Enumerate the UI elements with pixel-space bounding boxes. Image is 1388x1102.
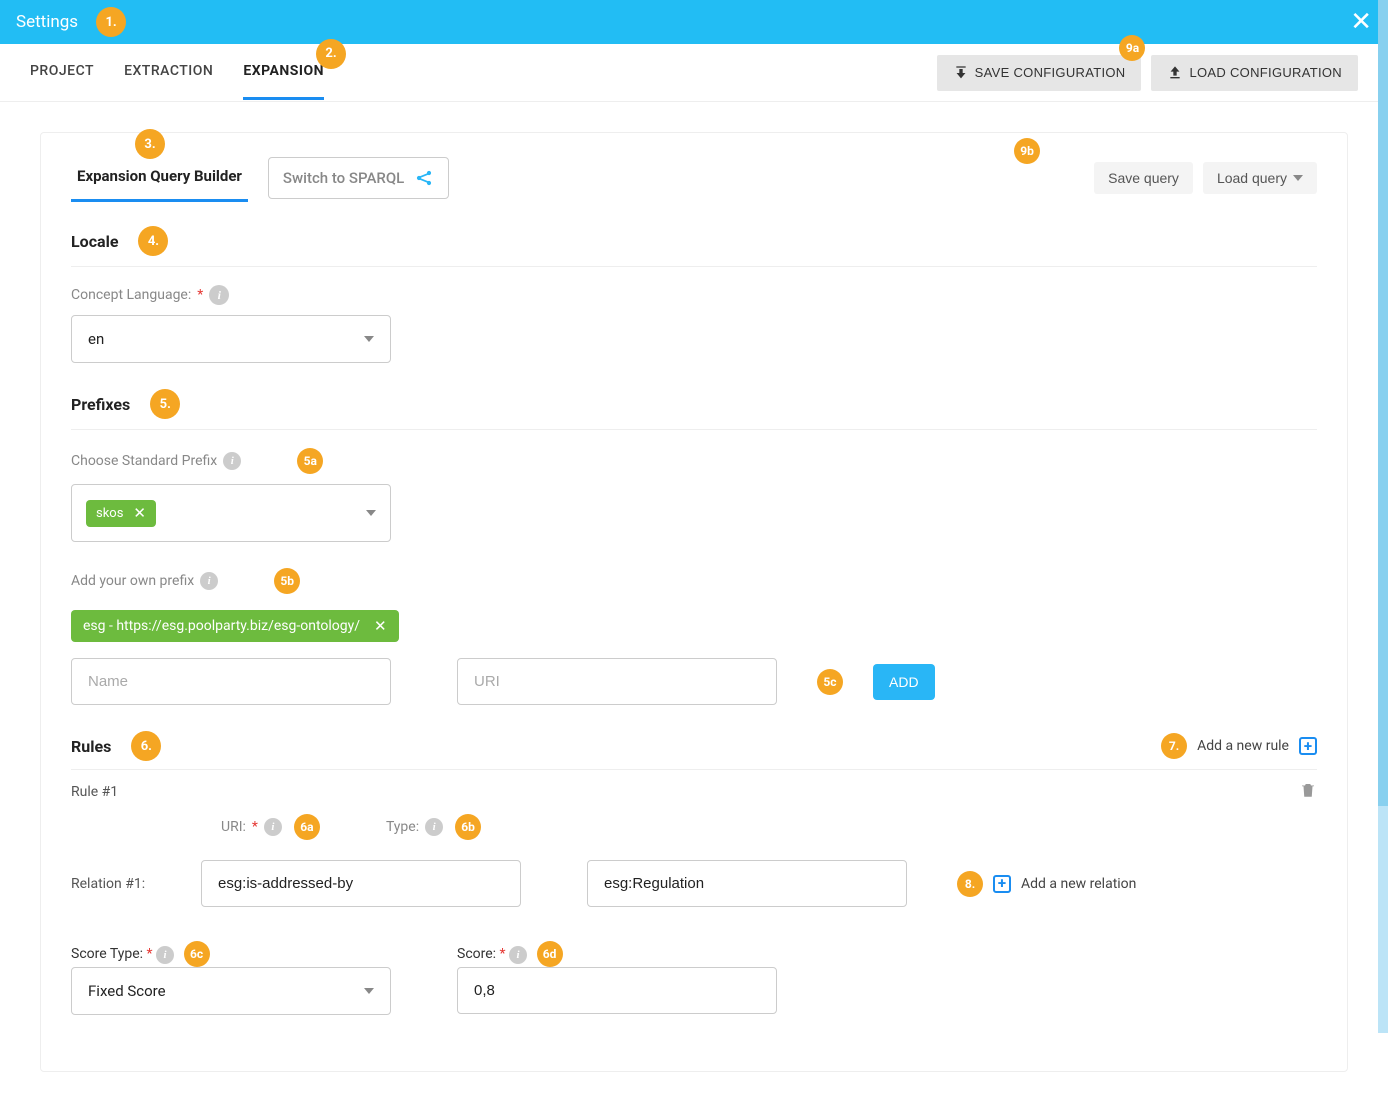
switch-to-sparql-button[interactable]: Switch to SPARQL bbox=[268, 157, 449, 199]
info-icon[interactable]: i bbox=[425, 818, 443, 836]
score-label: Score: * i 6d bbox=[457, 941, 777, 967]
add-relation-button[interactable]: + bbox=[993, 875, 1011, 893]
prefix-chip-skos: skos ✕ bbox=[86, 500, 156, 527]
switch-to-sparql-label: Switch to SPARQL bbox=[283, 169, 404, 187]
annotation-badge-5a: 5a bbox=[297, 448, 323, 474]
rule-header-row: Rule #1 bbox=[71, 770, 1317, 814]
sub-tab-builder[interactable]: Expansion Query Builder bbox=[71, 153, 248, 202]
info-icon[interactable]: i bbox=[223, 452, 241, 470]
annotation-badge-6: 6. bbox=[131, 731, 161, 761]
score-type-select[interactable]: Fixed Score bbox=[71, 967, 391, 1015]
add-rule-button[interactable]: + bbox=[1299, 737, 1317, 755]
annotation-badge-2: 2. bbox=[316, 39, 346, 69]
expansion-card: 3. Expansion Query Builder Switch to SPA… bbox=[40, 132, 1348, 1072]
score-input[interactable] bbox=[457, 967, 777, 1014]
rule-title: Rule #1 bbox=[71, 784, 118, 800]
add-new-rule-label: Add a new rule bbox=[1197, 738, 1289, 754]
relation-uri-input[interactable] bbox=[201, 860, 521, 907]
rules-title: Rules bbox=[71, 737, 111, 756]
required-marker: * bbox=[197, 287, 203, 303]
annotation-badge-6a: 6a bbox=[294, 814, 320, 840]
uri-field-label: URI: * i 6a bbox=[221, 814, 320, 840]
tab-extraction[interactable]: EXTRACTION bbox=[124, 45, 213, 100]
annotation-badge-6b: 6b bbox=[455, 814, 481, 840]
custom-prefix-chip: esg - https://esg.poolparty.biz/esg-onto… bbox=[71, 610, 399, 642]
download-icon bbox=[953, 65, 969, 81]
required-marker: * bbox=[252, 819, 258, 835]
concept-language-label: Concept Language: * i bbox=[71, 285, 1317, 305]
annotation-badge-1: 1. bbox=[96, 7, 126, 37]
tab-project[interactable]: PROJECT bbox=[30, 45, 94, 100]
load-configuration-label: LOAD CONFIGURATION bbox=[1189, 65, 1342, 80]
save-query-button[interactable]: Save query bbox=[1094, 162, 1193, 194]
annotation-badge-3: 3. bbox=[135, 129, 165, 159]
own-prefix-label: Add your own prefix i 5b bbox=[71, 568, 1317, 594]
annotation-badge-5b: 5b bbox=[274, 568, 300, 594]
share-icon bbox=[414, 168, 434, 188]
required-marker: * bbox=[500, 946, 506, 962]
concept-language-select[interactable]: en bbox=[71, 315, 391, 363]
score-type-label: Score Type: * i 6c bbox=[71, 941, 391, 967]
caret-down-icon bbox=[366, 510, 376, 516]
load-query-button[interactable]: Load query bbox=[1203, 162, 1317, 194]
annotation-badge-4: 4. bbox=[138, 226, 168, 256]
save-configuration-label: SAVE CONFIGURATION bbox=[975, 65, 1126, 80]
caret-down-icon bbox=[364, 988, 374, 994]
delete-rule-button[interactable] bbox=[1299, 780, 1317, 804]
annotation-badge-6d: 6d bbox=[537, 941, 563, 967]
info-icon[interactable]: i bbox=[156, 946, 174, 964]
prefixes-section: Prefixes 5. Choose Standard Prefix i 5a … bbox=[71, 389, 1317, 705]
rules-section: Rules 6. 7. Add a new rule + Rule #1 URI… bbox=[71, 731, 1317, 1015]
standard-prefix-select[interactable]: skos ✕ bbox=[71, 484, 391, 542]
trash-icon bbox=[1299, 780, 1317, 800]
add-new-relation-label: Add a new relation bbox=[1021, 876, 1136, 892]
remove-chip-icon[interactable]: ✕ bbox=[133, 506, 146, 521]
score-type-value: Fixed Score bbox=[88, 982, 166, 1000]
save-configuration-button[interactable]: SAVE CONFIGURATION bbox=[937, 55, 1142, 91]
add-prefix-button[interactable]: ADD bbox=[873, 664, 935, 700]
type-field-label: Type: i 6b bbox=[386, 814, 481, 840]
caret-down-icon bbox=[1293, 175, 1303, 181]
annotation-badge-9a: 9a bbox=[1119, 35, 1145, 61]
scrollbar-thumb[interactable] bbox=[1378, 0, 1388, 806]
concept-language-value: en bbox=[88, 330, 104, 348]
info-icon[interactable]: i bbox=[264, 818, 282, 836]
caret-down-icon bbox=[364, 336, 374, 342]
annotation-badge-5: 5. bbox=[150, 389, 180, 419]
relation-type-input[interactable] bbox=[587, 860, 907, 907]
prefixes-title: Prefixes bbox=[71, 395, 130, 414]
annotation-badge-8: 8. bbox=[957, 871, 983, 897]
annotation-badge-9b: 9b bbox=[1014, 138, 1040, 164]
upload-icon bbox=[1167, 65, 1183, 81]
main-tabbar: PROJECT EXTRACTION EXPANSION 2. 9a SAVE … bbox=[0, 44, 1388, 102]
info-icon[interactable]: i bbox=[209, 285, 229, 305]
info-icon[interactable]: i bbox=[200, 572, 218, 590]
locale-title: Locale bbox=[71, 232, 118, 251]
relation-row-label: Relation #1: bbox=[71, 876, 171, 892]
right-scrollbar[interactable] bbox=[1378, 0, 1388, 1033]
locale-section: Locale 4. Concept Language: * i en bbox=[71, 226, 1317, 363]
titlebar-title: Settings bbox=[16, 12, 78, 32]
tab-expansion[interactable]: EXPANSION bbox=[243, 45, 324, 100]
info-icon[interactable]: i bbox=[509, 946, 527, 964]
close-icon[interactable]: ✕ bbox=[1350, 9, 1372, 35]
sub-tabs-row: 3. Expansion Query Builder Switch to SPA… bbox=[71, 153, 1317, 202]
load-configuration-button[interactable]: LOAD CONFIGURATION bbox=[1151, 55, 1358, 91]
annotation-badge-6c: 6c bbox=[184, 941, 210, 967]
prefix-name-input[interactable] bbox=[71, 658, 391, 705]
annotation-badge-5c: 5c bbox=[817, 669, 843, 695]
required-marker: * bbox=[147, 946, 153, 962]
prefix-uri-input[interactable] bbox=[457, 658, 777, 705]
standard-prefix-label: Choose Standard Prefix i 5a bbox=[71, 448, 1317, 474]
annotation-badge-7: 7. bbox=[1161, 733, 1187, 759]
titlebar: Settings 1. ✕ bbox=[0, 0, 1388, 44]
remove-chip-icon[interactable]: ✕ bbox=[374, 619, 387, 634]
